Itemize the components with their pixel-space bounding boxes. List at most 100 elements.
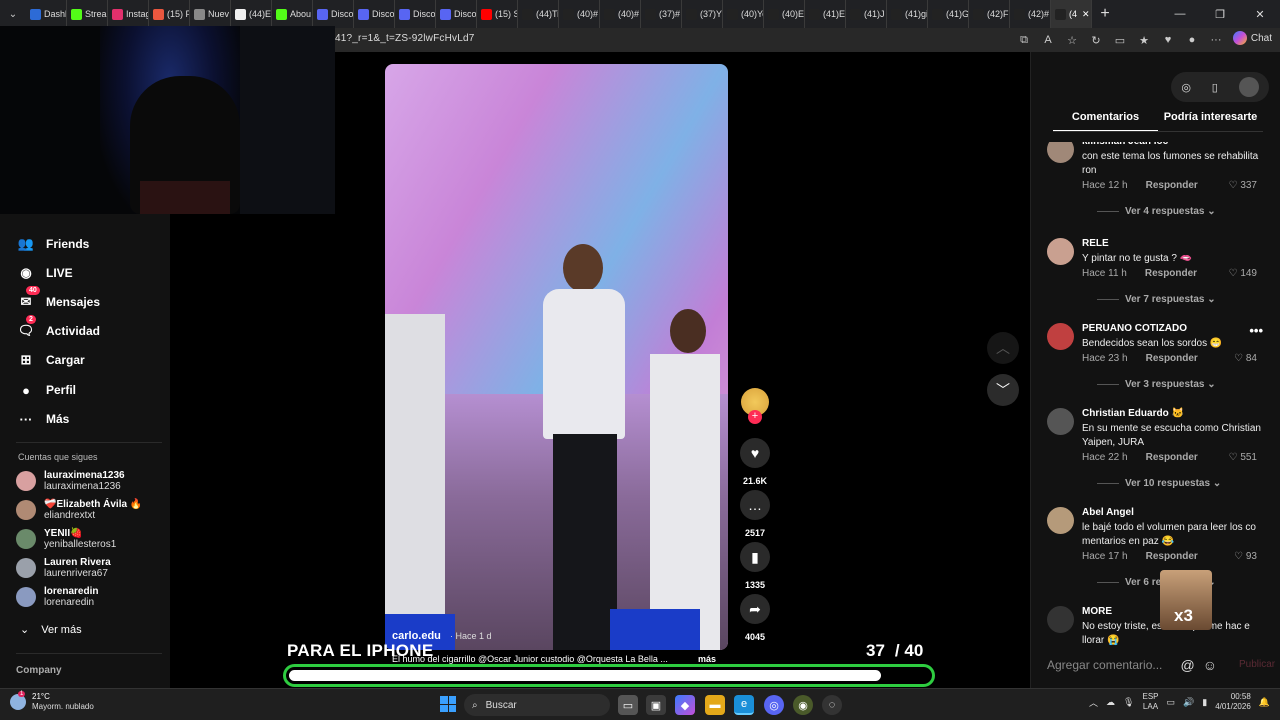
refresh-icon[interactable]: ↻ [1088, 31, 1104, 49]
browser-tab[interactable]: (44)Er [231, 0, 272, 28]
browser-tab[interactable]: (40)E [764, 0, 805, 28]
clock[interactable]: 00:58 4/01/2026 [1215, 692, 1251, 712]
comment-more-icon[interactable]: ••• [1249, 323, 1263, 338]
view-replies-button[interactable]: Ver 7 respuestas ⌄ [1097, 294, 1216, 305]
post-button[interactable]: Publicar [1239, 659, 1275, 670]
followed-account[interactable]: YENII🍓 yeniballesteros1 [16, 528, 116, 550]
discord-icon[interactable]: ◎ [764, 695, 784, 715]
emoji-icon[interactable]: ☺ [1203, 657, 1217, 673]
split-screen-icon[interactable]: ▭ [1112, 31, 1128, 49]
browser-tab[interactable]: (15) F [149, 0, 190, 28]
browser-tab[interactable]: (44)Ti [518, 0, 559, 28]
save-action[interactable]: ▮ 1335 [739, 542, 771, 590]
share-action[interactable]: ➦ 4045 [739, 594, 771, 642]
reply-button[interactable]: Responder [1145, 268, 1197, 279]
cloud-icon[interactable]: ☁ [1106, 697, 1115, 708]
browser-tab[interactable]: (4 ✕ [1051, 0, 1092, 28]
close-window-button[interactable]: ✕ [1240, 0, 1280, 28]
tab-comments[interactable]: Comentarios [1053, 108, 1158, 132]
browser-tab[interactable]: (41)gi [887, 0, 928, 28]
network-icon[interactable]: ▭ [1167, 697, 1176, 708]
avatar[interactable] [1047, 238, 1074, 265]
browser-tab[interactable]: (37)Yt [682, 0, 723, 28]
language-indicator[interactable]: ESP LAA [1142, 692, 1158, 712]
see-more-button[interactable]: ⌄ Ver más [20, 623, 82, 637]
video-description-more[interactable]: más [698, 654, 716, 664]
browser-tab[interactable]: (41)G [928, 0, 969, 28]
view-replies-button[interactable]: Ver 4 respuestas ⌄ [1097, 206, 1216, 217]
like-action[interactable]: ♥ 21.6K [739, 438, 771, 486]
volume-icon[interactable]: 🔊 [1183, 697, 1194, 708]
bookmark-icon[interactable]: ▮ [740, 542, 770, 572]
followed-account[interactable]: lorenaredin lorenaredin [16, 586, 98, 608]
obs-icon[interactable]: ◌ [822, 695, 842, 715]
tab-actions-menu[interactable]: ⌄ [0, 0, 26, 28]
taskbar-search[interactable]: ⌕ Buscar [464, 694, 610, 716]
browser-tab[interactable]: (42)# [1010, 0, 1051, 28]
comment-action[interactable]: … 2517 [739, 490, 771, 538]
previous-video-button[interactable]: ︿ [987, 332, 1019, 364]
avatar[interactable] [1047, 507, 1074, 534]
comment-like[interactable]: ♡ 337 [1229, 180, 1257, 191]
followed-account[interactable]: Lauren Rivera laurenrivera67 [16, 557, 111, 579]
browser-tab[interactable]: Instag [108, 0, 149, 28]
reply-button[interactable]: Responder [1146, 551, 1198, 562]
comment-like[interactable]: ♡ 84 [1234, 353, 1257, 364]
comment-like[interactable]: ♡ 93 [1234, 551, 1257, 562]
new-tab-button[interactable]: + [1092, 0, 1118, 28]
browser-tab[interactable]: Dashb [26, 0, 67, 28]
minimize-button[interactable]: — [1160, 0, 1200, 28]
comment-bubble-icon[interactable]: … [740, 490, 770, 520]
comment-username[interactable]: RELE [1082, 238, 1109, 249]
view-replies-button[interactable]: Ver 10 respuestas ⌄ [1097, 478, 1221, 489]
microphone-icon[interactable]: 🎙 [1123, 697, 1134, 708]
follow-plus-icon[interactable]: + [748, 410, 762, 424]
settings-menu-icon[interactable]: ··· [1208, 31, 1224, 49]
creator-avatar[interactable]: + [741, 388, 769, 424]
browser-tab[interactable]: (42)F [969, 0, 1010, 28]
app-icon[interactable]: ◉ [793, 695, 813, 715]
copilot-app-icon[interactable]: ◆ [675, 695, 695, 715]
comment-like[interactable]: ♡ 551 [1229, 452, 1257, 463]
avatar[interactable] [1047, 142, 1074, 163]
avatar[interactable] [1047, 323, 1074, 350]
avatar[interactable] [1047, 606, 1074, 633]
comment-input[interactable]: Agregar comentario... @ ☺ [1047, 654, 1217, 676]
comment-username[interactable]: Abel Angel [1082, 507, 1134, 518]
followed-account[interactable]: ❤️‍🩹Elizabeth Ávila 🔥 eliandrextxt [16, 499, 142, 521]
close-tab-icon[interactable]: ✕ [1082, 9, 1090, 20]
share-arrow-icon[interactable]: ➦ [740, 594, 770, 624]
url-field[interactable]: 41?_r=1&_t=ZS-92lwFcHvLd7 [335, 33, 475, 44]
sidebar-item-friends[interactable]: 👥 Friends [16, 234, 89, 254]
notifications-icon[interactable]: 🔔 [1259, 697, 1270, 708]
comment-username[interactable]: PERUANO COTIZADO [1082, 323, 1187, 334]
browser-tab[interactable]: Nuev [190, 0, 231, 28]
sidebar-item-upload[interactable]: ⊞ Cargar [16, 350, 85, 370]
comment-username[interactable]: klinsman Jean loc [1082, 142, 1168, 147]
view-replies-button[interactable]: Ver 3 respuestas ⌄ [1097, 379, 1216, 390]
mention-icon[interactable]: @ [1180, 657, 1194, 673]
favorite-star-icon[interactable]: ☆ [1064, 31, 1080, 49]
browser-tab[interactable]: Abou [272, 0, 313, 28]
next-video-button[interactable]: ﹀ [987, 374, 1019, 406]
edge-browser-icon[interactable]: e [734, 695, 754, 715]
profile-avatar-icon[interactable]: ● [1184, 31, 1200, 49]
favorites-icon[interactable]: ★ [1136, 31, 1152, 49]
maximize-button[interactable]: ❐ [1200, 0, 1240, 28]
sidebar-item-messages[interactable]: ✉ 40 Mensajes [16, 286, 100, 312]
weather-widget[interactable]: 1 21°C Mayorm. nublado [10, 691, 94, 712]
start-button[interactable] [440, 696, 456, 712]
comment-like[interactable]: ♡ 149 [1229, 268, 1257, 279]
open-in-app-icon[interactable]: ⧉ [1016, 31, 1032, 49]
coin-icon[interactable]: ◎ [1181, 81, 1191, 94]
device-icon[interactable]: ▯ [1212, 81, 1218, 94]
chevron-up-icon[interactable]: ︿ [1089, 696, 1098, 709]
browser-tab[interactable]: (40)# [559, 0, 600, 28]
comment-username[interactable]: Christian Eduardo 🐱 [1082, 408, 1184, 419]
sidebar-item-activity[interactable]: 🗨 2 Actividad [16, 315, 100, 341]
store-icon[interactable]: ▣ [646, 695, 666, 715]
sidebar-item-profile[interactable]: ● Perfil [16, 380, 76, 400]
avatar[interactable] [1238, 77, 1259, 97]
browser-tab[interactable]: (37)# [641, 0, 682, 28]
browser-tab[interactable]: Disco [436, 0, 477, 28]
